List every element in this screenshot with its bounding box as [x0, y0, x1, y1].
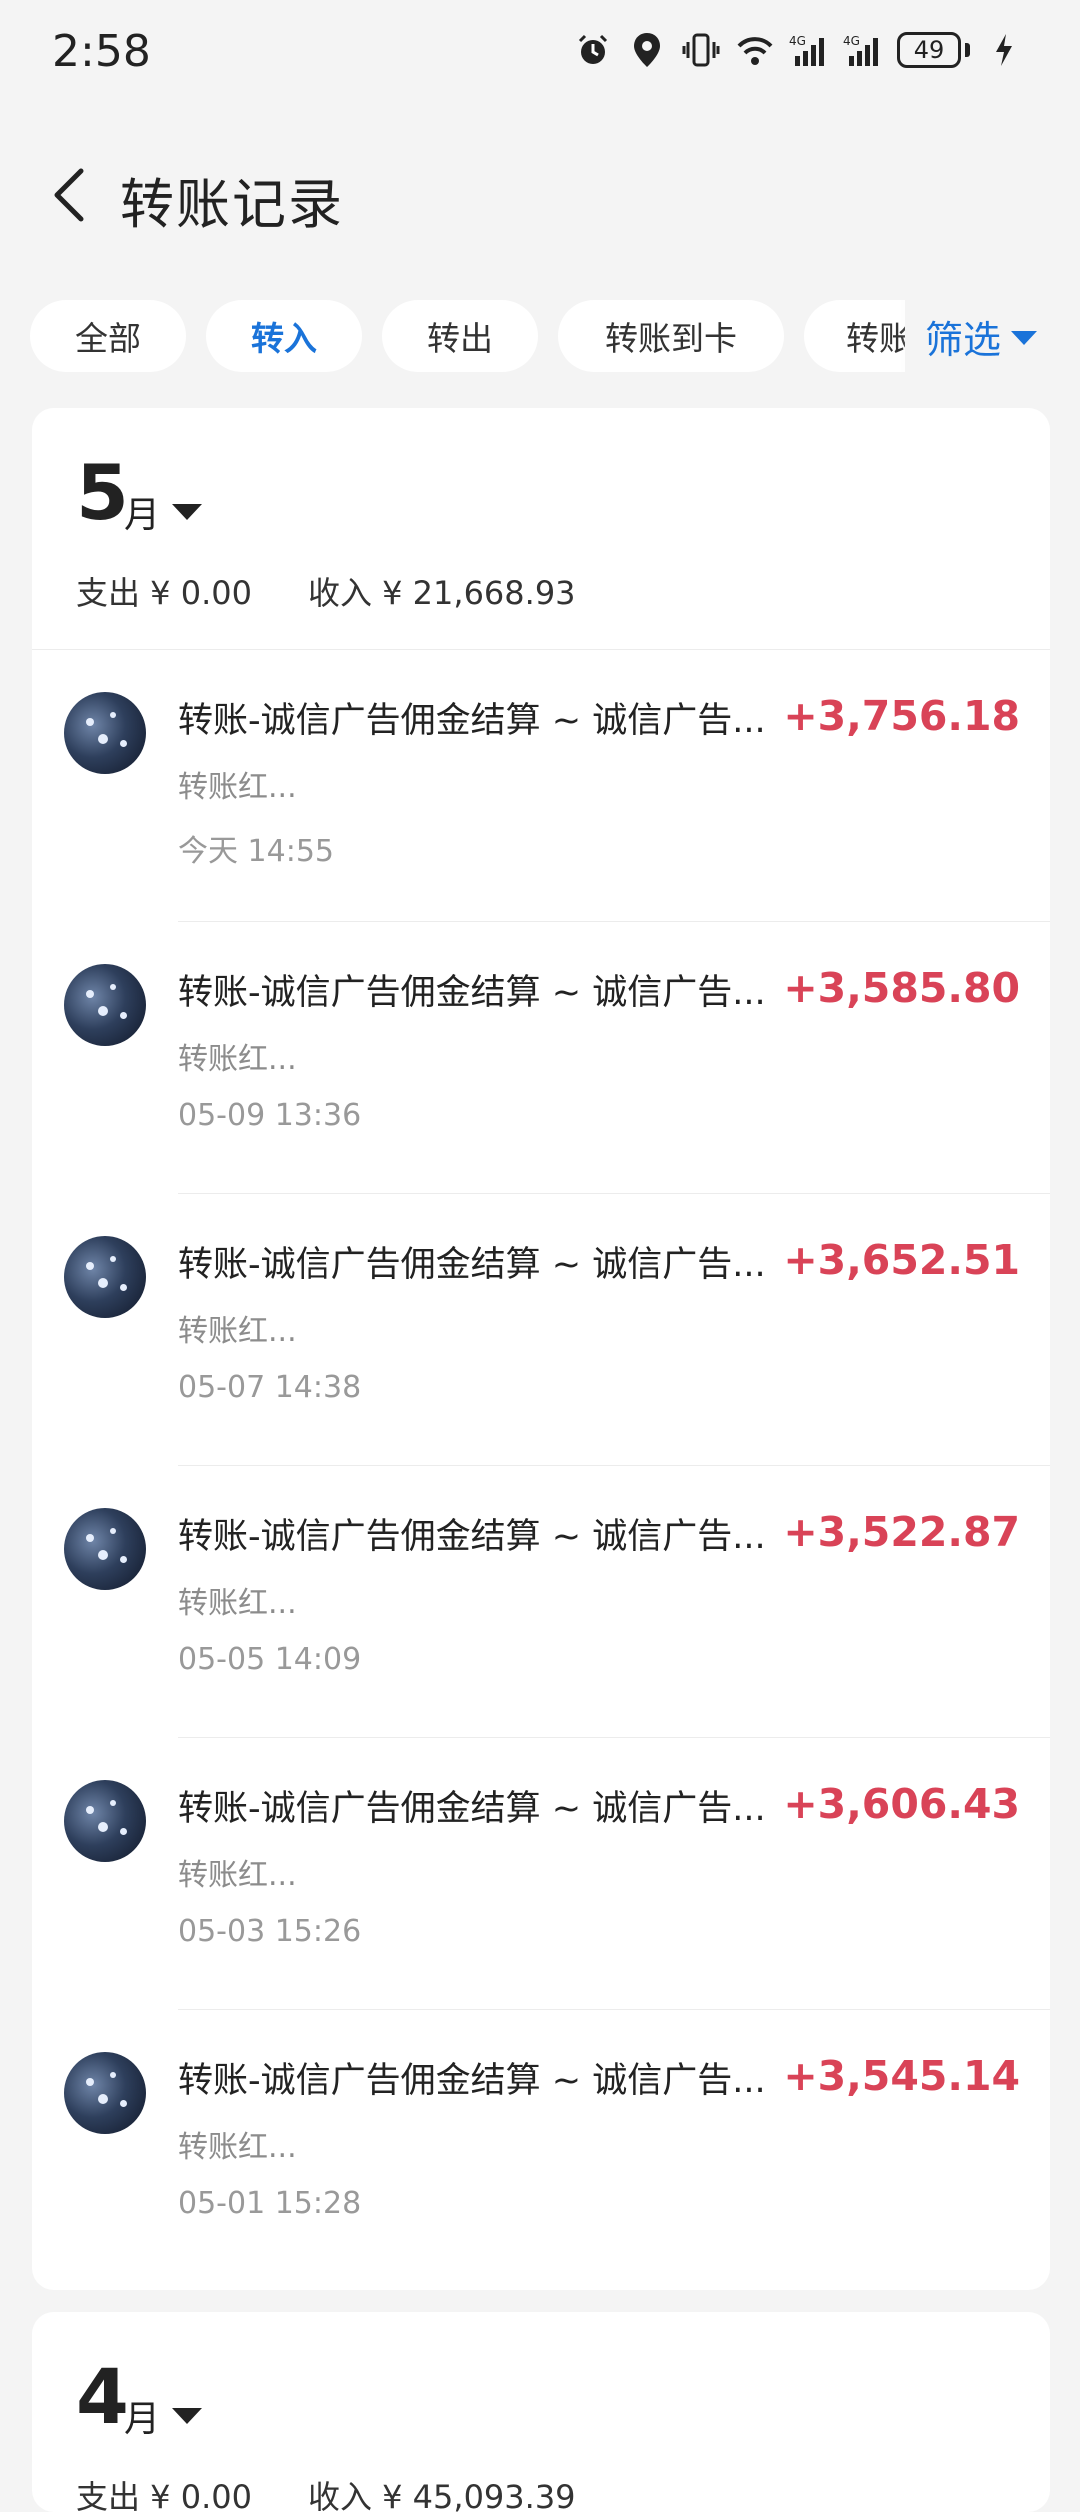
- avatar: [64, 964, 146, 1046]
- transaction-title: 转账-诚信广告佣金结算 ~ 诚信广告...: [178, 1245, 766, 1285]
- month-summary: 支出 ¥ 0.00 收入 ¥ 45,093.39: [76, 2472, 576, 2512]
- back-button[interactable]: [34, 158, 108, 232]
- transaction-row[interactable]: 转账-诚信广告佣金结算 ~ 诚信广告... 转账红... 05-05 14:09…: [32, 1466, 1050, 1738]
- month-number[interactable]: 4: [76, 2352, 129, 2441]
- month-unit: 月: [124, 2399, 161, 2440]
- transaction-time: 05-01 15:28: [178, 2186, 362, 2221]
- page-title: 转账记录: [120, 173, 344, 236]
- expense-total: 支出 ¥ 0.00: [76, 574, 252, 612]
- wifi-6-icon: [735, 30, 775, 70]
- month-card-may: 5 月 支出 ¥ 0.00 收入 ¥ 21,668.93 转账-诚信广告佣金结算…: [32, 408, 1050, 2290]
- month-dropdown-icon[interactable]: [172, 2408, 202, 2424]
- month-summary: 支出 ¥ 0.00 收入 ¥ 21,668.93: [76, 568, 576, 614]
- signal-4g-icon: 4G: [843, 30, 883, 70]
- tab-all[interactable]: 全部: [30, 300, 186, 372]
- avatar: [64, 1236, 146, 1318]
- transaction-row[interactable]: 转账-诚信广告佣金结算 ~ 诚信广告... 转账红... 05-09 13:36…: [32, 922, 1050, 1194]
- transaction-row[interactable]: 转账-诚信广告佣金结算 ~ 诚信广告... 转账红... 今天 14:55 +3…: [32, 650, 1050, 922]
- battery-level: 49: [897, 32, 961, 68]
- month-card-april: 4 月 支出 ¥ 0.00 收入 ¥ 45,093.39: [32, 2312, 1050, 2512]
- avatar: [64, 1508, 146, 1590]
- transaction-subtitle: 转账红...: [178, 1314, 297, 1349]
- transaction-time: 05-03 15:26: [178, 1914, 362, 1949]
- transaction-title: 转账-诚信广告佣金结算 ~ 诚信广告...: [178, 701, 766, 741]
- filter-label: 筛选: [925, 317, 1002, 362]
- month-header: 5 月 支出 ¥ 0.00 收入 ¥ 21,668.93: [32, 408, 1050, 650]
- location-icon: [627, 30, 667, 70]
- transaction-row[interactable]: 转账-诚信广告佣金结算 ~ 诚信广告... 转账红... 05-01 15:28…: [32, 2010, 1050, 2282]
- month-unit: 月: [124, 495, 161, 536]
- svg-text:4G: 4G: [789, 34, 806, 48]
- transaction-time: 05-07 14:38: [178, 1370, 362, 1405]
- expense-total: 支出 ¥ 0.00: [76, 2478, 252, 2512]
- transaction-time: 05-09 13:36: [178, 1098, 362, 1133]
- transaction-subtitle: 转账红...: [178, 1586, 297, 1621]
- income-total: 收入 ¥ 45,093.39: [307, 2478, 576, 2512]
- transaction-title: 转账-诚信广告佣金结算 ~ 诚信广告...: [178, 1789, 766, 1829]
- transaction-title: 转账-诚信广告佣金结算 ~ 诚信广告...: [178, 973, 766, 1013]
- transaction-row[interactable]: 转账-诚信广告佣金结算 ~ 诚信广告... 转账红... 05-07 14:38…: [32, 1194, 1050, 1466]
- signal-4g-icon: 4G: [789, 30, 829, 70]
- month-header: 4 月 支出 ¥ 0.00 收入 ¥ 45,093.39: [32, 2312, 1050, 2512]
- transaction-amount: +3,522.87: [783, 1508, 1020, 1556]
- tab-transfer-out[interactable]: 转出: [382, 300, 538, 372]
- svg-text:4G: 4G: [843, 34, 860, 48]
- filter-button[interactable]: 筛选: [905, 300, 1080, 372]
- transaction-amount: +3,606.43: [783, 1780, 1020, 1828]
- avatar: [64, 1780, 146, 1862]
- transaction-time: 05-05 14:09: [178, 1642, 362, 1677]
- month-number[interactable]: 5: [76, 448, 129, 537]
- transaction-time: 今天 14:55: [178, 834, 334, 869]
- chevron-left-icon: [54, 168, 84, 222]
- transaction-amount: +3,756.18: [783, 692, 1020, 740]
- transaction-amount: +3,652.51: [783, 1236, 1020, 1284]
- transaction-amount: +3,585.80: [783, 964, 1020, 1012]
- status-bar: 2:58 4G 4G 49: [0, 0, 1080, 100]
- transaction-title: 转账-诚信广告佣金结算 ~ 诚信广告...: [178, 2061, 766, 2101]
- alarm-icon: [573, 30, 613, 70]
- status-time: 2:58: [52, 26, 151, 77]
- transaction-amount: +3,545.14: [783, 2052, 1020, 2100]
- month-dropdown-icon[interactable]: [172, 504, 202, 520]
- header: 转账记录: [0, 140, 1080, 250]
- transaction-subtitle: 转账红...: [178, 1042, 297, 1077]
- tab-transfer-to-card[interactable]: 转账到卡: [558, 300, 784, 372]
- transaction-title: 转账-诚信广告佣金结算 ~ 诚信广告...: [178, 1517, 766, 1557]
- transaction-subtitle: 转账红...: [178, 1858, 297, 1893]
- avatar: [64, 2052, 146, 2134]
- vibrate-icon: [681, 30, 721, 70]
- income-total: 收入 ¥ 21,668.93: [307, 574, 576, 612]
- caret-down-icon: [1011, 331, 1038, 345]
- transaction-row[interactable]: 转账-诚信广告佣金结算 ~ 诚信广告... 转账红... 05-03 15:26…: [32, 1738, 1050, 2010]
- battery-indicator: 49: [897, 32, 970, 68]
- status-icons: 4G 4G 49: [573, 30, 1024, 70]
- transaction-subtitle: 转账红...: [178, 2130, 297, 2165]
- transaction-subtitle: 转账红...: [178, 770, 297, 805]
- tab-transfer-in[interactable]: 转入: [206, 300, 362, 372]
- charging-icon: [984, 30, 1024, 70]
- avatar: [64, 692, 146, 774]
